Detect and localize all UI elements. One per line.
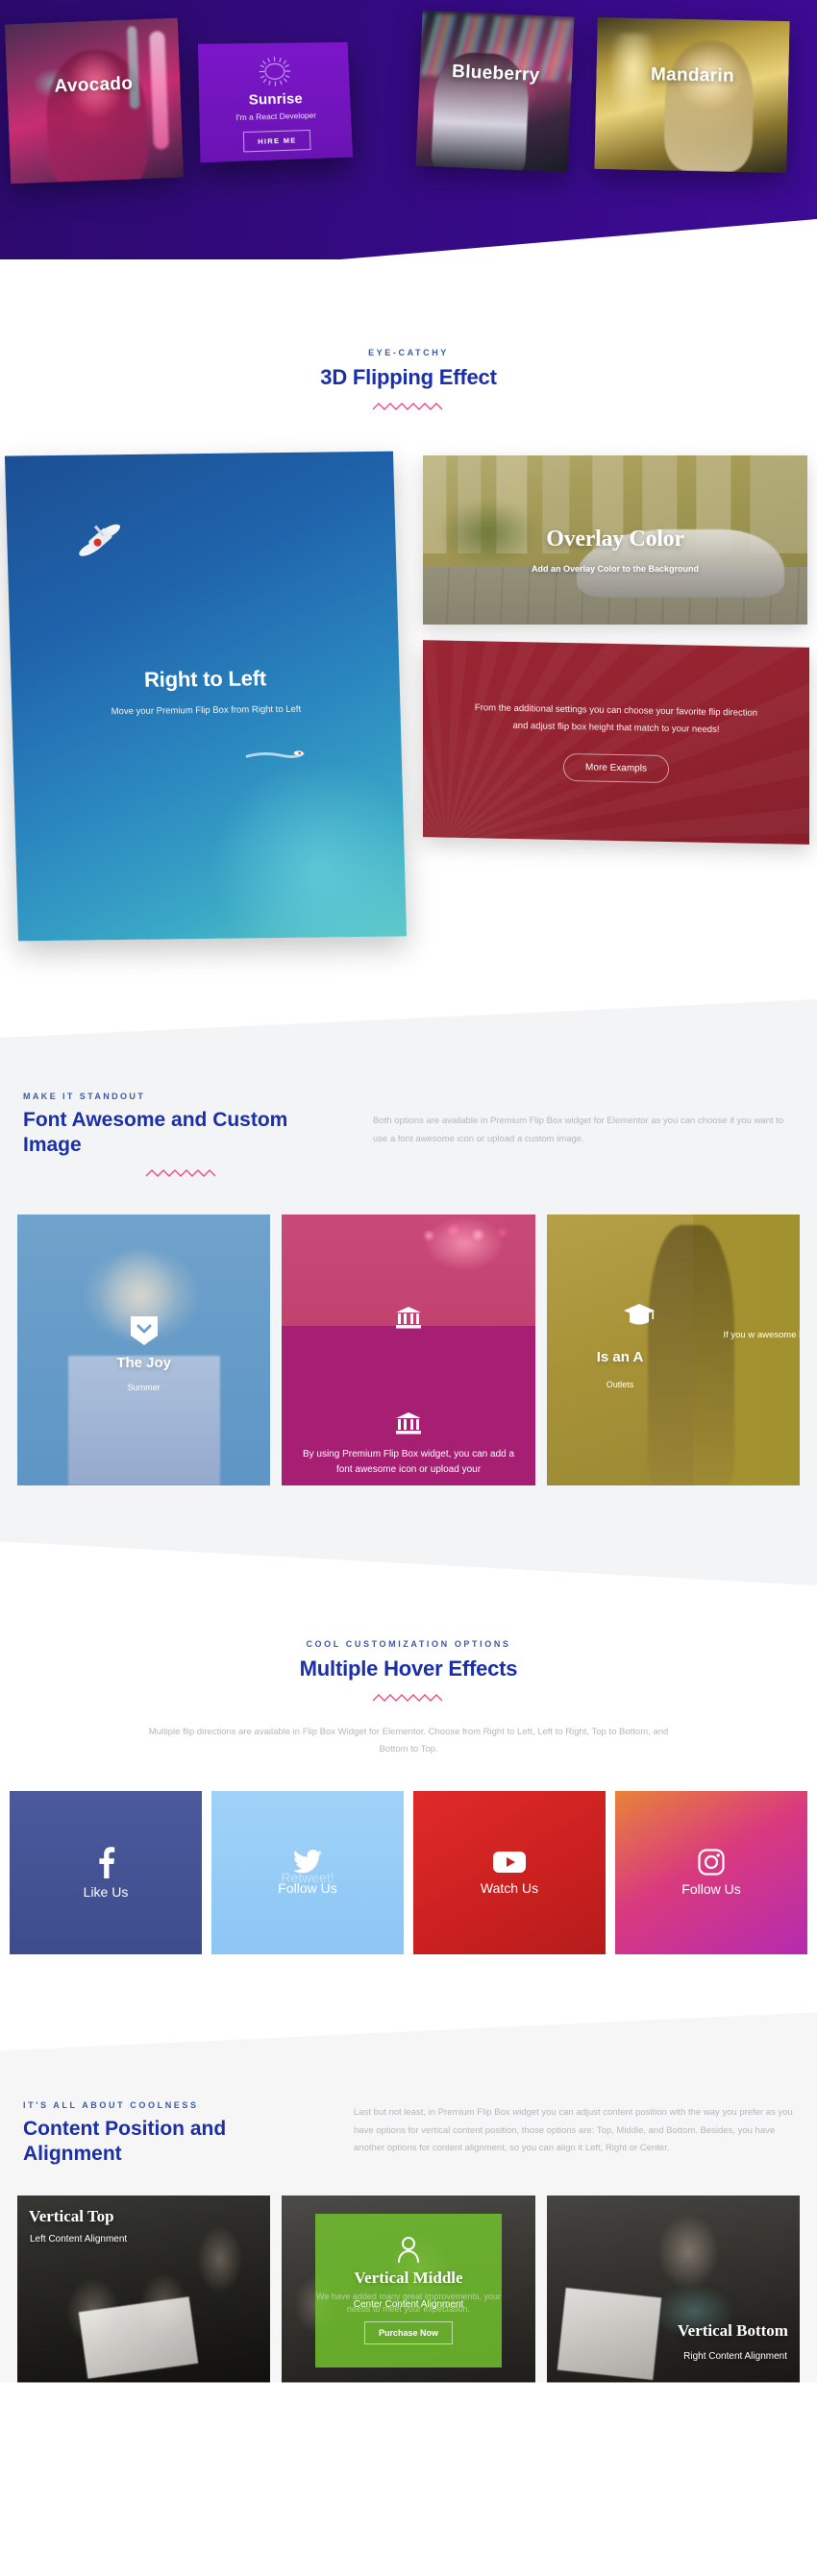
section-eyebrow: MAKE IT STANDOUT [23,1092,146,1101]
content-card-vertical-bottom[interactable]: Vertical Bottom Right Content Alignment [546,2195,800,2383]
instagram-icon [698,1849,725,1876]
green-overlay-panel: We have added many great improvements, y… [314,2214,503,2367]
chevron-down-icon [131,1316,158,1345]
portrait-neon-pink-icon [4,17,185,184]
section-title: Multiple Hover Effects [299,1656,518,1681]
sun-icon [259,55,296,87]
hero-card-blueberry[interactable]: Blueberry [415,10,575,173]
flip-cards-grid: Right to Left Move your Premium Flip Box… [0,444,817,953]
sunrise-subtitle: I'm a React Developer [235,110,317,123]
card-title: Vertical Top [29,2206,114,2225]
section-eyebrow: IT'S ALL ABOUT COOLNESS [23,2100,199,2111]
hire-me-button[interactable]: HIRE ME [242,129,311,153]
section-eyebrow: EYE-CATCHY [368,348,449,357]
catamaran-icon [78,524,120,556]
card-title: Is an A [596,1349,644,1366]
section-title: Font Awesome and Custom Image [23,1109,288,1156]
card-subtitle: Outlets [606,1380,634,1390]
card-title: Vertical Middle [354,2269,463,2288]
youtube-icon [493,1852,526,1874]
card-subtitle: Center Content Alignment [353,2299,464,2311]
social-cards-grid: Like Us Retweet! Follow Us Watch Us Foll… [0,1791,817,1955]
sunrise-title: Sunrise [248,90,304,109]
standout-section: MAKE IT STANDOUT Font Awesome and Custom… [0,999,817,1585]
section-eyebrow: COOL CUSTOMIZATION OPTIONS [306,1639,511,1650]
hero-section: Avocado Sunrise I'm a React Developer HI… [0,0,817,288]
standout-card-graduation[interactable]: Is an A Outlets If you w awesome have th… [547,1214,800,1485]
social-card-instagram[interactable]: Follow Us [615,1791,807,1955]
flip-card-subtitle: Add an Overlay Color to the Background [531,563,700,574]
zigzag-divider-icon [373,403,443,410]
standout-card-the-joy[interactable]: The Joy Summer [17,1214,270,1485]
flip-section-heading: EYE-CATCHY 3D Flipping Effect [0,348,817,411]
card-subtitle: Summer [127,1383,161,1393]
hero-card-label: Mandarin [650,64,735,86]
content-position-cards-grid: Vertical Top Left Content Alignment We h… [0,2195,817,2383]
purchase-now-button[interactable]: Purchase Now [363,2321,453,2345]
social-label: Follow Us [681,1881,741,1898]
woman-sunglasses-photo [17,1214,270,1485]
bank-icon [396,1412,421,1435]
social-card-youtube[interactable]: Watch Us [413,1791,606,1955]
portrait-neon-yellow-icon [594,16,790,174]
card-title: The Joy [116,1355,171,1372]
hero-card-avocado[interactable]: Avocado [4,17,185,184]
card-title: Vertical Bottom [677,2320,788,2340]
hero-card-mandarin[interactable]: Mandarin [594,16,790,174]
card-text: If you w awesome have the a its size anc… [723,1330,797,1341]
hero-card-sunrise[interactable]: Sunrise I'm a React Developer HIRE ME [197,41,354,163]
section-description: Last but not least, in Premium Flip Box … [354,2107,793,2154]
jetski-wake-icon [245,750,306,759]
paper-sheet [557,2287,662,2380]
portrait-neon-stripes-icon [415,10,575,173]
graduation-cap-icon [623,1303,656,1328]
flip-card-title: Overlay Color [546,526,684,552]
section-description: Multiple flip directions are available i… [148,1727,669,1755]
social-card-twitter[interactable]: Retweet! Follow Us [211,1791,404,1955]
bank-icon [396,1307,421,1330]
zigzag-divider-icon [23,1168,340,1178]
card-text: By using Premium Flip Box widget, you ca… [302,1449,515,1475]
social-ghost-label: Retweet! [281,1870,334,1886]
section-title: Content Position and Alignment [23,2118,227,2165]
flip-card-subtitle: Move your Premium Flip Box from Right to… [111,703,302,718]
flip-card-overlay-color[interactable]: Overlay Color Add an Overlay Color to th… [423,455,807,625]
content-card-vertical-middle[interactable]: We have added many great improvements, y… [282,2195,535,2383]
hover-section-heading: COOL CUSTOMIZATION OPTIONS Multiple Hove… [0,1639,817,1703]
zigzag-divider-icon [373,1694,443,1703]
standout-heading: MAKE IT STANDOUT Font Awesome and Custom… [0,1092,817,1178]
social-label: Like Us [83,1884,129,1901]
content-position-section: IT'S ALL ABOUT COOLNESS Content Position… [0,2012,817,2383]
flip-card-red-settings[interactable]: From the additional settings you can cho… [423,640,809,845]
facebook-icon [99,1847,115,1879]
content-position-heading: IT'S ALL ABOUT COOLNESS Content Position… [0,2100,817,2166]
more-examples-button[interactable]: More Exampls [563,752,669,783]
flip-card-text: From the additional settings you can cho… [474,702,758,736]
hover-effects-section: COOL CUSTOMIZATION OPTIONS Multiple Hove… [0,1585,817,1955]
social-card-facebook[interactable]: Like Us [10,1791,202,1955]
standout-card-font-awesome[interactable]: By using Premium Flip Box widget, you ca… [282,1214,534,1485]
standout-cards-grid: The Joy Summer By using Premium Flip Box… [0,1214,817,1485]
section-description: Both options are available in Premium Fl… [373,1116,784,1144]
section-title: 3D Flipping Effect [320,365,497,389]
flip-card-right-to-left[interactable]: Right to Left Move your Premium Flip Box… [4,451,408,942]
content-card-vertical-top[interactable]: Vertical Top Left Content Alignment [17,2195,271,2383]
card-subtitle: Left Content Alignment [30,2233,128,2245]
card-subtitle: Right Content Alignment [683,2350,787,2362]
flip-card-title: Right to Left [143,666,267,692]
flip-effect-section: EYE-CATCHY 3D Flipping Effect Right to L… [0,288,817,953]
social-label: Watch Us [480,1880,539,1897]
person-icon [397,2237,419,2264]
